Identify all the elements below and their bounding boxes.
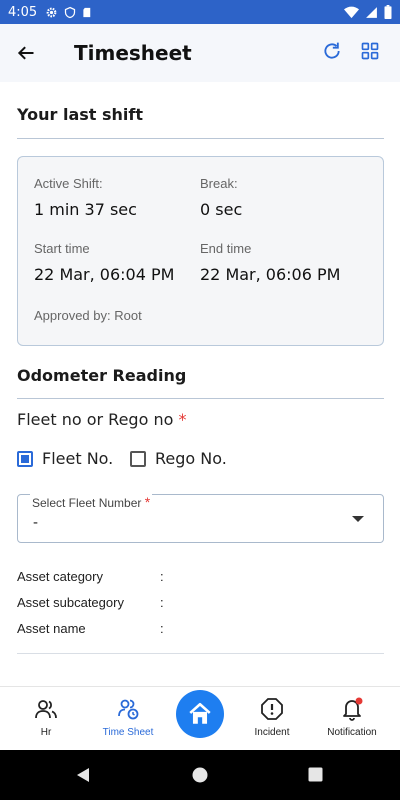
- home-button[interactable]: [176, 690, 224, 738]
- shield-icon: [65, 6, 76, 18]
- checkbox-checked-icon[interactable]: [17, 450, 33, 467]
- signal-icon: [366, 6, 377, 18]
- asset-name-row: Asset name :: [17, 621, 164, 636]
- system-recents-button[interactable]: [308, 767, 323, 787]
- nav-label-time-sheet: Time Sheet: [102, 727, 154, 738]
- fleet-rego-label: Fleet no or Rego no *: [17, 410, 186, 429]
- timesheet-people-icon: [118, 699, 139, 720]
- nav-label-incident: Incident: [254, 727, 290, 738]
- nav-item-incident[interactable]: Incident: [232, 687, 312, 751]
- fleet-number-select[interactable]: Select Fleet Number * -: [17, 494, 384, 543]
- asset-name-sep: :: [160, 621, 164, 636]
- status-bar: 4:05: [0, 0, 400, 24]
- rego-no-checkbox[interactable]: Rego No.: [130, 449, 227, 468]
- people-icon: [35, 700, 57, 719]
- end-time-value: 22 Mar, 06:06 PM: [200, 265, 341, 284]
- asset-category-label: Asset category: [17, 569, 103, 584]
- last-shift-card: Active Shift: 1 min 37 sec Break: 0 sec …: [17, 156, 384, 346]
- app-bar: Timesheet: [0, 24, 400, 82]
- break-label: Break:: [200, 176, 238, 191]
- battery-icon: [384, 5, 392, 19]
- system-nav-bar: [0, 750, 400, 800]
- dropdown-caret-icon[interactable]: [352, 516, 364, 522]
- active-shift-value: 1 min 37 sec: [34, 200, 137, 219]
- system-home-button[interactable]: [192, 767, 208, 788]
- asset-category-row: Asset category :: [17, 569, 164, 584]
- bell-icon: [343, 697, 363, 721]
- approved-by: Approved by: Root: [34, 308, 142, 323]
- nav-item-notification[interactable]: Notification: [312, 687, 392, 751]
- nav-label-hr: Hr: [40, 727, 52, 738]
- start-time-field: Start time 22 Mar, 06:04 PM: [34, 241, 174, 284]
- rego-no-label: Rego No.: [155, 449, 227, 468]
- triangle-back-icon: [77, 768, 89, 782]
- approved-by-text: Approved by: Root: [34, 308, 142, 323]
- required-mark: *: [178, 410, 187, 429]
- square-recents-icon: [308, 767, 323, 782]
- bottom-nav: Hr Time Sheet Incident Notification: [0, 686, 400, 750]
- back-button[interactable]: [0, 24, 52, 82]
- refresh-icon: [324, 42, 340, 59]
- fleet-rego-label-text: Fleet no or Rego no: [17, 410, 174, 429]
- grid-button[interactable]: [360, 41, 380, 66]
- wifi-icon: [344, 6, 359, 18]
- asset-name-label: Asset name: [17, 621, 86, 636]
- alert-octagon-icon: [261, 698, 283, 720]
- break-field: Break: 0 sec: [200, 176, 242, 219]
- divider: [17, 398, 384, 399]
- divider: [17, 653, 384, 654]
- end-time-label: End time: [200, 241, 252, 256]
- start-time-label: Start time: [34, 241, 90, 256]
- page-title: Timesheet: [74, 41, 192, 65]
- select-caption-text: Select Fleet Number: [32, 496, 142, 510]
- asset-subcategory-row: Asset subcategory :: [17, 595, 164, 610]
- gear-icon: [46, 7, 57, 17]
- active-shift-label: Active Shift:: [34, 176, 103, 191]
- main-content: Your last shift Active Shift: 1 min 37 s…: [0, 82, 400, 686]
- system-back-button[interactable]: [75, 767, 91, 788]
- grid-icon: [361, 42, 379, 59]
- nav-item-time-sheet[interactable]: Time Sheet: [88, 687, 168, 751]
- asset-subcategory-label: Asset subcategory: [17, 595, 124, 610]
- home-icon: [189, 702, 211, 724]
- fleet-no-label: Fleet No.: [42, 449, 114, 468]
- break-value: 0 sec: [200, 200, 243, 219]
- status-time: 4:05: [8, 4, 38, 20]
- asset-subcategory-sep: :: [160, 595, 164, 610]
- back-arrow-icon: [17, 46, 34, 60]
- divider: [17, 138, 384, 139]
- start-time-value: 22 Mar, 06:04 PM: [34, 265, 175, 284]
- select-value: -: [33, 514, 38, 531]
- fleet-no-checkbox[interactable]: Fleet No.: [17, 449, 113, 468]
- checkbox-unchecked-icon[interactable]: [130, 450, 146, 467]
- refresh-button[interactable]: [322, 41, 342, 66]
- sd-card-icon: [83, 7, 91, 17]
- asset-category-sep: :: [160, 569, 164, 584]
- odometer-heading: Odometer Reading: [17, 366, 187, 385]
- required-mark: *: [144, 494, 151, 510]
- nav-item-hr[interactable]: Hr: [6, 687, 86, 751]
- select-caption: Select Fleet Number *: [30, 494, 153, 510]
- last-shift-heading: Your last shift: [17, 105, 143, 124]
- circle-home-icon: [192, 767, 208, 783]
- active-shift-field: Active Shift: 1 min 37 sec: [34, 176, 137, 219]
- end-time-field: End time 22 Mar, 06:06 PM: [200, 241, 340, 284]
- nav-label-notification: Notification: [327, 727, 377, 738]
